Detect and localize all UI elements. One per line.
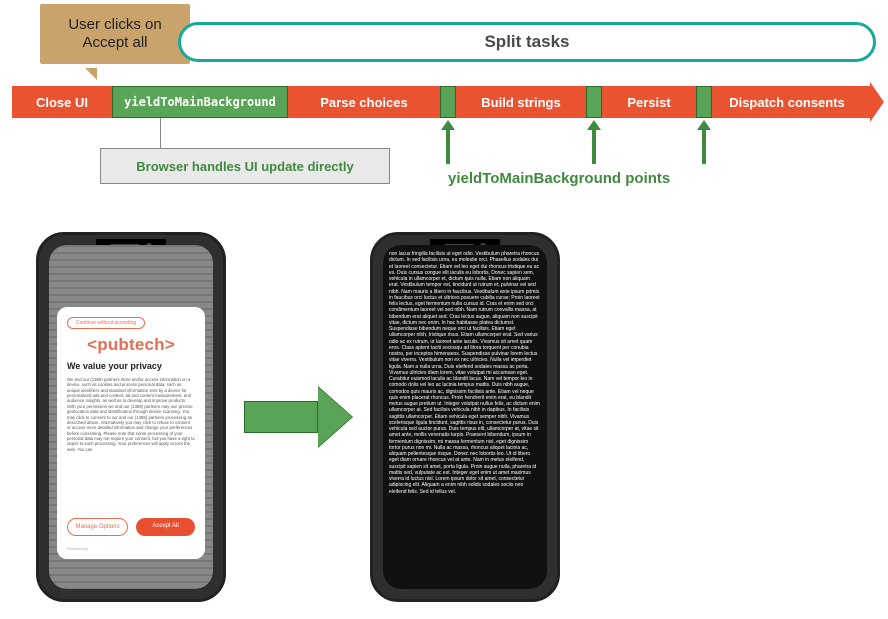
yield-point-icon [696,86,712,118]
phone-before: Continue without accepting <pubtech> We … [36,232,226,602]
task-dispatch-consents: Dispatch consents [712,86,862,118]
callout-connector-line [160,118,161,148]
yield-point-icon [586,86,602,118]
dialog-body: We and our (1389) partners store and/or … [67,377,195,452]
task-yield-main: yieldToMainBackground [112,86,288,118]
phones-row: Continue without accepting <pubtech> We … [36,232,560,602]
task-persist: Persist [602,86,696,118]
browser-handles-callout: Browser handles UI update directly [100,148,390,184]
article-page: non lacus fringilla facilisis ut eget od… [383,245,547,589]
task-timeline: Close UI yieldToMainBackground Parse cho… [12,86,884,118]
dialog-actions: Manage Options Accept All [67,518,195,536]
split-tasks-pill: Split tasks [178,22,876,62]
consent-dialog: Continue without accepting <pubtech> We … [57,307,205,559]
transition-arrow-icon [244,387,352,447]
task-close-ui: Close UI [12,86,112,118]
yield-point-icon [440,86,456,118]
up-arrow-icon [587,120,601,164]
timeline-arrowhead-icon [870,82,884,122]
bubble-text: User clicks on Accept all [48,16,182,52]
callout-text: Browser handles UI update directly [136,159,353,174]
phone-after-screen: non lacus fringilla facilisis ut eget od… [383,245,547,589]
yield-points-label: yieldToMainBackground points [448,170,670,187]
dialog-title: We value your privacy [67,361,195,371]
continue-without-chip[interactable]: Continue without accepting [67,317,145,329]
phone-after: non lacus fringilla facilisis ut eget od… [370,232,560,602]
brand-logo: <pubtech> [67,335,195,355]
accept-all-button[interactable]: Accept All [136,518,195,536]
split-tasks-label: Split tasks [484,32,569,52]
up-arrow-icon [441,120,455,164]
up-arrow-icon [697,120,711,164]
manage-options-button[interactable]: Manage Options [67,518,128,536]
powered-by-label: Powered by [67,546,195,551]
user-action-bubble: User clicks on Accept all [40,4,190,64]
task-build-strings: Build strings [456,86,586,118]
phone-before-screen: Continue without accepting <pubtech> We … [49,245,213,589]
task-parse-choices: Parse choices [288,86,440,118]
